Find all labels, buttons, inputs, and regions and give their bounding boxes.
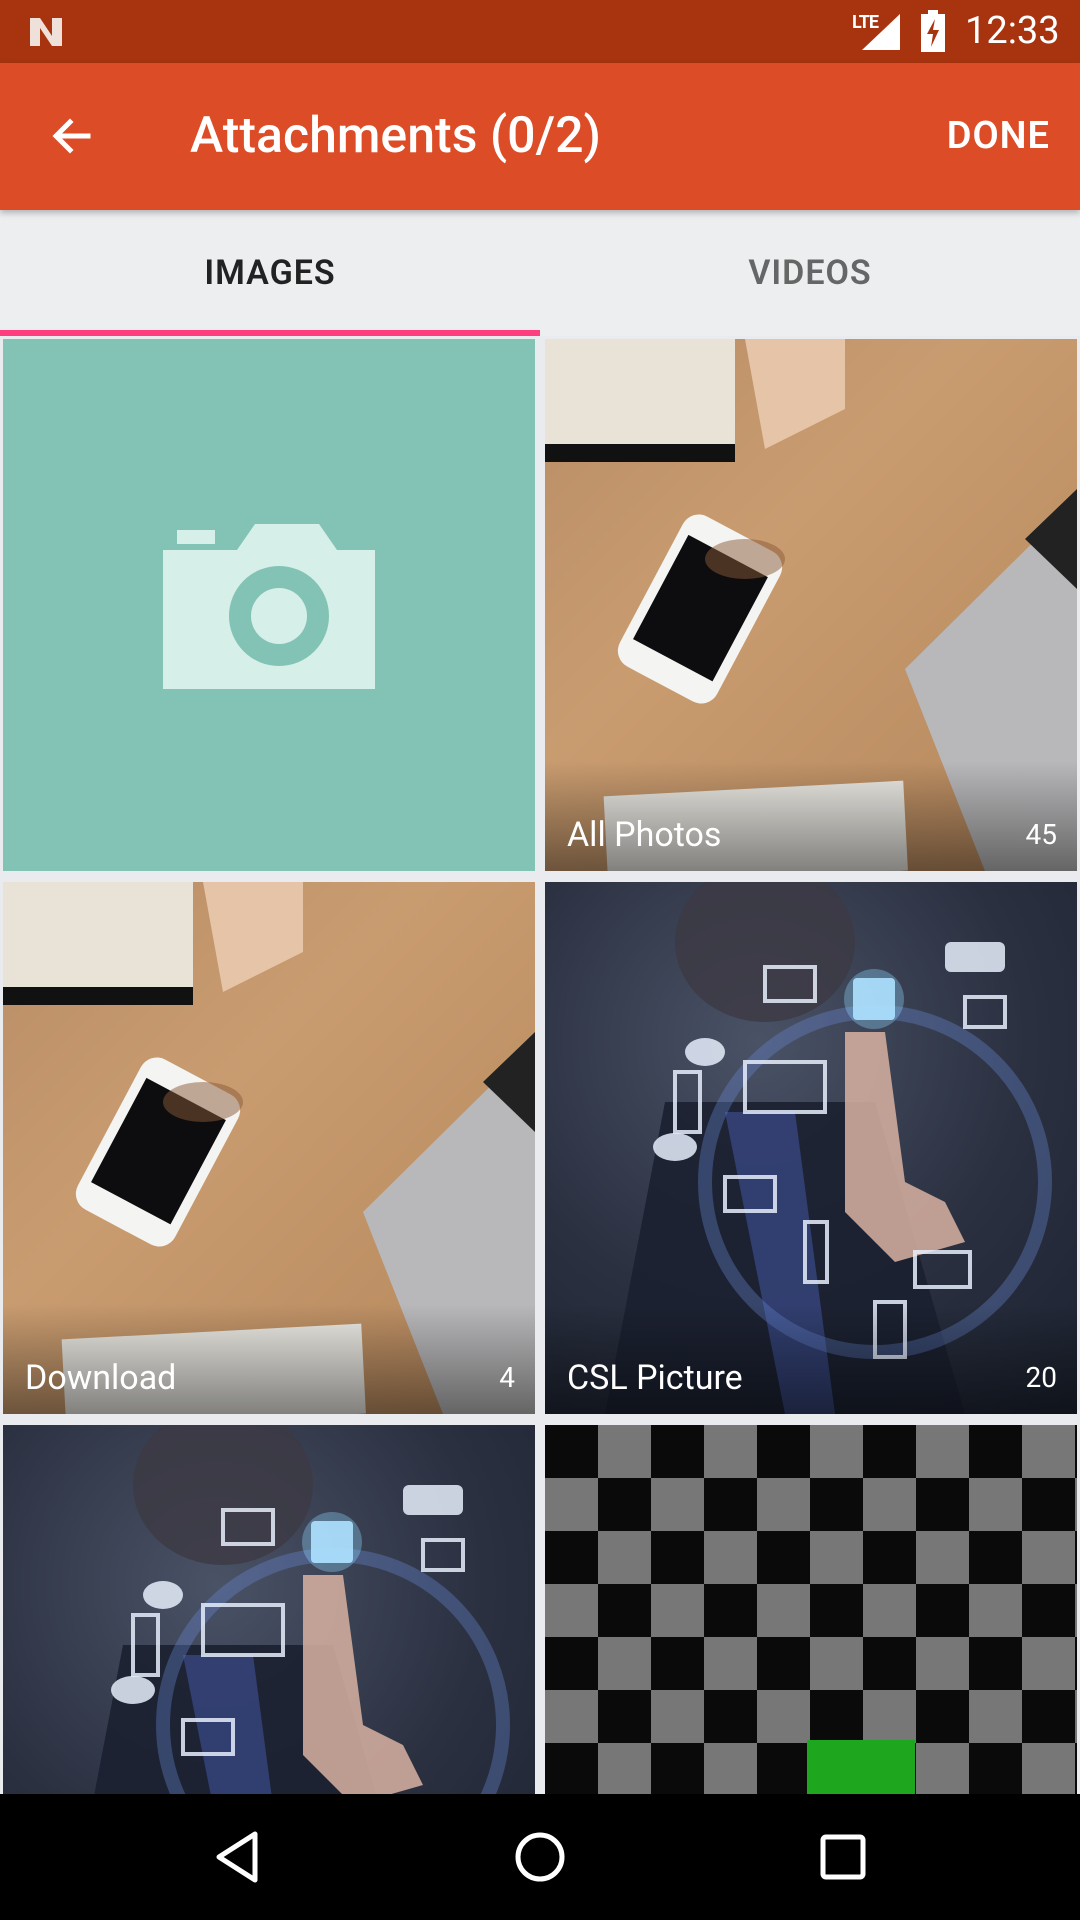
album-count: 4: [499, 1361, 515, 1394]
album-thumbnail: [94, 1425, 510, 1794]
status-bar: LTE 12:33: [0, 0, 1080, 63]
circle-home-icon[interactable]: [507, 1824, 573, 1890]
album-count: 20: [1025, 1361, 1057, 1394]
camera-tile[interactable]: [3, 339, 535, 871]
album-tile[interactable]: Download 4: [3, 882, 535, 1414]
signal-icon: [862, 14, 900, 50]
album-count: 45: [1025, 818, 1057, 851]
album-tile[interactable]: All Photos 45: [545, 339, 1077, 871]
arrow-back-icon[interactable]: [36, 108, 112, 168]
tab-bar: IMAGES VIDEOS: [0, 210, 1080, 336]
tab-videos[interactable]: VIDEOS: [540, 210, 1080, 336]
done-button[interactable]: DONE: [947, 111, 1050, 161]
square-recents-icon[interactable]: [810, 1824, 876, 1890]
notification-n-icon: [30, 18, 62, 46]
system-nav-bar: [0, 1794, 1080, 1920]
tab-indicator: [0, 330, 540, 336]
album-tile[interactable]: CSL Picture 20: [545, 882, 1077, 1414]
page-title: Attachments (0/2): [190, 107, 601, 165]
album-grid: All Photos 45 Download 4 CSL Picture 20: [0, 336, 1080, 1794]
app-bar: Attachments (0/2) DONE: [0, 63, 1080, 210]
tab-images[interactable]: IMAGES: [0, 210, 540, 336]
green-block: [807, 1740, 915, 1794]
album-tile[interactable]: [3, 1425, 535, 1794]
album-name: CSL Picture: [567, 1358, 743, 1398]
camera-icon: [163, 524, 375, 689]
battery-charging-icon: [921, 10, 945, 52]
triangle-back-icon[interactable]: [205, 1824, 271, 1890]
album-tile[interactable]: [545, 1425, 1077, 1794]
album-name: All Photos: [567, 815, 722, 855]
album-name: Download: [25, 1358, 177, 1398]
clock-time: 12:33: [965, 9, 1060, 53]
